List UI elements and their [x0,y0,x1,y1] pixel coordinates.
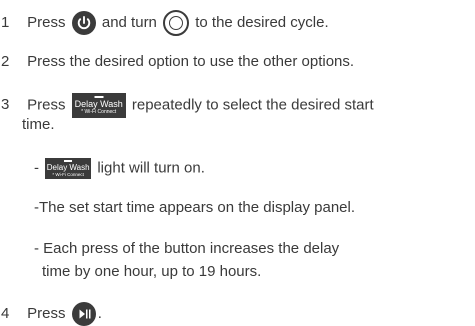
step-text: time. [22,116,55,133]
button-sublabel: * Wi-Fi Connect [52,172,84,177]
step-text: Press the desired option to use the othe… [27,53,355,70]
step-text: Press [27,13,66,31]
sub-item-press-wrap: time by one hour, up to 19 hours. [42,263,261,281]
button-label: Delay Wash [46,163,90,172]
sub-item-text: light will turn on. [97,159,205,177]
step-text: to the desired cycle. [195,13,329,31]
start-pause-icon [71,302,96,326]
step-number: 2 [1,53,10,70]
sub-item-dash: - [34,159,39,177]
step-number: 4 [1,304,10,322]
sub-item-text: -The set start time appears on the displ… [34,199,356,216]
sub-item-display: -The set start time appears on the displ… [34,199,355,217]
step-text: Press [27,304,66,322]
sub-item-press: - Each press of the button increases the… [34,240,339,258]
button-sublabel: * Wi-Fi Connect [81,109,117,115]
step-number: 3 [1,96,10,114]
step-4: 4 Press . [0,302,102,326]
sub-item-text: - Each press of the button increases the… [34,240,340,257]
step-3-wrap: time. [22,116,55,134]
step-text: . [97,304,102,322]
sub-item-light: - Delay Wash * Wi-Fi Connect light will … [34,158,205,179]
power-icon [71,11,96,35]
step-text: repeatedly to select the desired start [131,96,374,114]
step-2: 2 Press the desired option to use the ot… [0,53,354,71]
sub-item-text: time by one hour, up to 19 hours. [42,263,262,280]
delay-wash-button-small: Delay Wash * Wi-Fi Connect [45,158,92,179]
delay-wash-button: Delay Wash * Wi-Fi Connect [71,93,126,118]
step-3: 3 Press Delay Wash * Wi-Fi Connect repea… [0,93,374,118]
step-1: 1 Press and turn to the desired cycle. [0,10,329,36]
button-label: Delay Wash [74,99,123,109]
button-indicator-light [94,96,104,98]
step-text: and turn [101,13,157,31]
step-text: Press [27,96,66,114]
step-number: 1 [1,13,10,31]
cycle-dial-icon [163,10,190,36]
instruction-page: 1 Press and turn to the desired cycle. 2… [0,0,475,326]
button-indicator-light [64,160,73,162]
